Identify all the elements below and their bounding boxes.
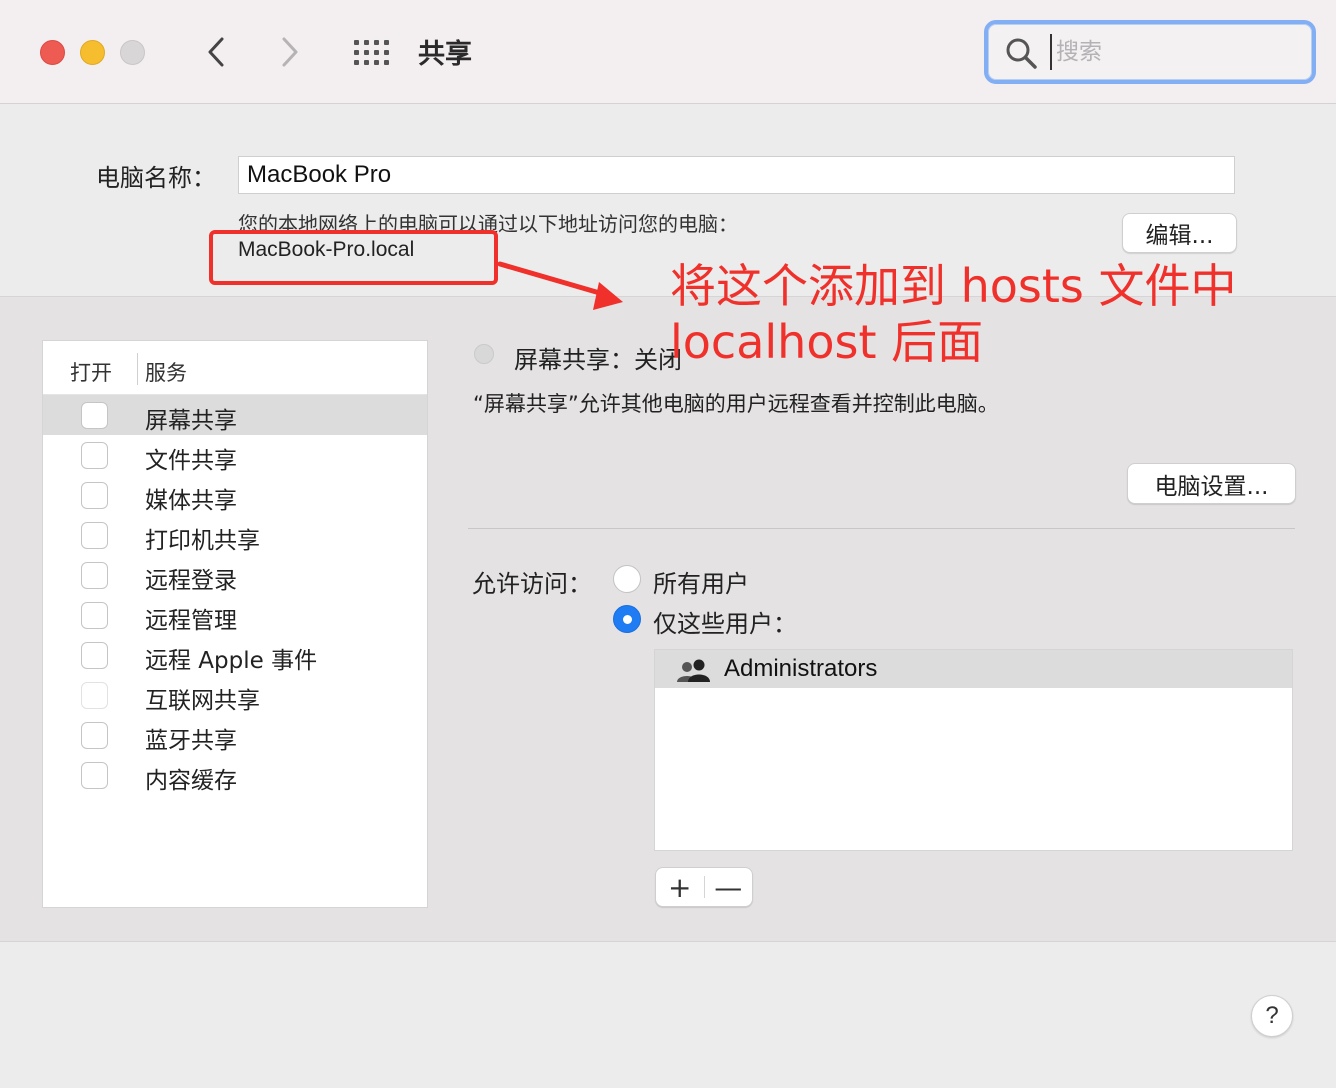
service-row-internet-sharing[interactable]: 互联网共享 xyxy=(43,675,427,715)
service-list: 打开 服务 屏幕共享 文件共享 媒体共享 打印机共享 远程登录 远程管理 远程 … xyxy=(42,340,428,908)
service-label: 屏幕共享 xyxy=(145,408,237,434)
service-row-remote-management[interactable]: 远程管理 xyxy=(43,595,427,635)
user-row[interactable]: Administrators xyxy=(655,650,1292,688)
annotation-arrow-icon xyxy=(497,261,623,310)
service-label: 打印机共享 xyxy=(145,528,260,554)
service-label: 远程登录 xyxy=(145,568,237,594)
close-button[interactable] xyxy=(40,40,65,65)
screen-sharing-description: “屏幕共享”允许其他电脑的用户远程查看并控制此电脑。 xyxy=(473,392,999,416)
divider xyxy=(468,528,1295,529)
service-list-header: 打开 服务 xyxy=(43,341,427,395)
service-row-printer-sharing[interactable]: 打印机共享 xyxy=(43,515,427,555)
forward-button[interactable] xyxy=(270,30,310,74)
show-all-grid-icon[interactable] xyxy=(352,36,390,68)
service-label: 远程管理 xyxy=(145,608,237,634)
service-row-bluetooth-sharing[interactable]: 蓝牙共享 xyxy=(43,715,427,755)
service-row-file-sharing[interactable]: 文件共享 xyxy=(43,435,427,475)
column-divider xyxy=(137,353,138,385)
help-button[interactable]: ? xyxy=(1251,995,1293,1037)
service-checkbox[interactable] xyxy=(81,442,108,469)
window-title: 共享 xyxy=(418,39,472,70)
zoom-button[interactable] xyxy=(120,40,145,65)
service-checkbox[interactable] xyxy=(81,642,108,669)
computer-name-label: 电脑名称： xyxy=(96,164,216,192)
service-row-remote-login[interactable]: 远程登录 xyxy=(43,555,427,595)
chevron-right-icon xyxy=(282,37,298,67)
service-checkbox[interactable] xyxy=(81,602,108,629)
chevron-left-icon xyxy=(208,37,224,67)
search-icon xyxy=(1006,38,1037,69)
service-row-content-caching[interactable]: 内容缓存 xyxy=(43,755,427,795)
screen-sharing-status: 屏幕共享：关闭 xyxy=(514,346,682,374)
service-checkbox[interactable] xyxy=(81,402,108,429)
users-list: Administrators xyxy=(654,649,1293,851)
annotation-highlight-box xyxy=(209,230,498,285)
back-button[interactable] xyxy=(196,30,236,74)
add-remove-group: + — xyxy=(655,867,753,907)
radio-all-users[interactable] xyxy=(613,565,641,593)
search-box[interactable] xyxy=(984,20,1316,84)
radio-only-these-users[interactable] xyxy=(613,605,641,633)
column-service: 服务 xyxy=(145,361,187,385)
service-row-media-sharing[interactable]: 媒体共享 xyxy=(43,475,427,515)
annotation-text-line1: 将这个添加到 hosts 文件中 xyxy=(670,259,1237,313)
annotation-text-line2: localhost 后面 xyxy=(670,315,984,369)
remove-user-button[interactable]: — xyxy=(705,868,753,906)
status-indicator xyxy=(474,344,494,364)
title-bar: 共享 xyxy=(0,0,1336,104)
group-icon xyxy=(677,659,710,682)
radio-only-these-users-label[interactable]: 仅这些用户： xyxy=(653,604,797,639)
service-label: 蓝牙共享 xyxy=(145,728,237,754)
service-checkbox[interactable] xyxy=(81,682,108,709)
service-row-remote-apple-events[interactable]: 远程 Apple 事件 xyxy=(43,635,427,675)
service-checkbox[interactable] xyxy=(81,522,108,549)
service-label: 远程 Apple 事件 xyxy=(145,648,318,674)
add-user-button[interactable]: + xyxy=(656,868,704,906)
radio-all-users-label[interactable]: 所有用户 xyxy=(653,564,749,599)
service-checkbox[interactable] xyxy=(81,722,108,749)
user-name: Administrators xyxy=(724,655,878,682)
service-label: 互联网共享 xyxy=(145,688,260,714)
allow-access-label: 允许访问： xyxy=(472,570,592,598)
computer-settings-button[interactable]: 电脑设置... xyxy=(1127,463,1296,504)
computer-name-field[interactable] xyxy=(238,156,1235,194)
column-open: 打开 xyxy=(70,361,112,385)
search-input[interactable] xyxy=(1050,34,1300,70)
minimize-button[interactable] xyxy=(80,40,105,65)
service-checkbox[interactable] xyxy=(81,482,108,509)
service-row-screen-sharing[interactable]: 屏幕共享 xyxy=(43,395,427,435)
edit-button[interactable]: 编辑... xyxy=(1122,213,1237,253)
service-checkbox[interactable] xyxy=(81,762,108,789)
service-label: 媒体共享 xyxy=(145,488,237,514)
service-label: 文件共享 xyxy=(145,448,237,474)
service-checkbox[interactable] xyxy=(81,562,108,589)
service-label: 内容缓存 xyxy=(145,768,237,794)
